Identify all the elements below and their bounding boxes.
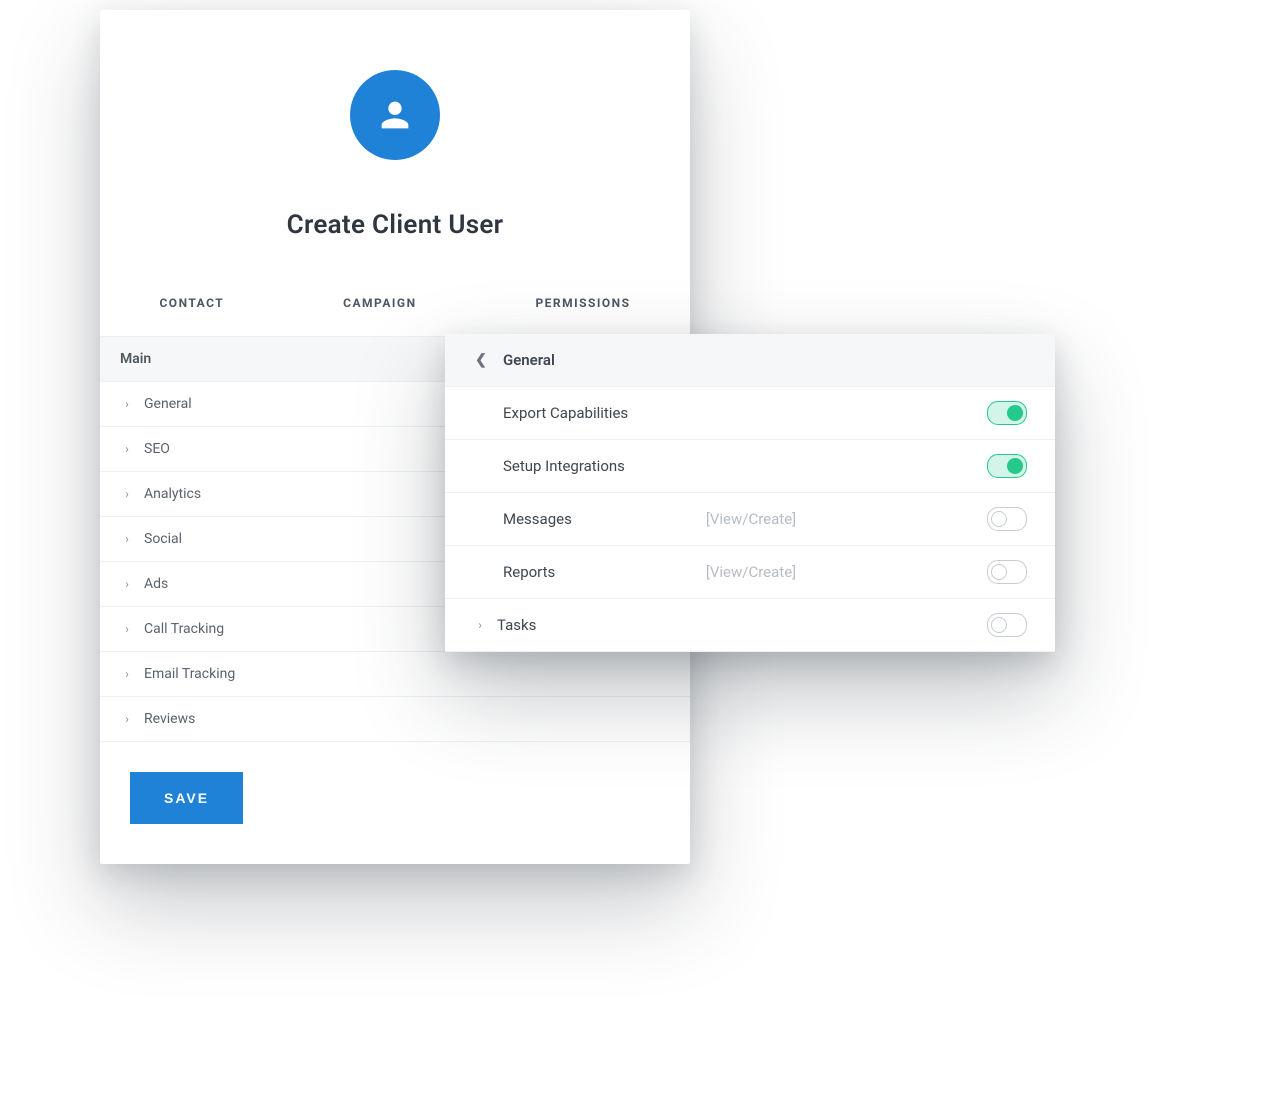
avatar-icon xyxy=(350,70,440,160)
chevron-right-icon: › xyxy=(120,712,134,726)
permission-row: › Tasks xyxy=(445,599,1055,652)
chevron-right-icon: › xyxy=(120,622,134,636)
permission-toggle[interactable] xyxy=(987,401,1027,425)
category-label: Email Tracking xyxy=(144,666,670,682)
permission-label: Setup Integrations xyxy=(503,457,745,475)
tab-contact[interactable]: CONTACT xyxy=(159,290,224,316)
permission-label: Tasks xyxy=(497,616,742,634)
chevron-right-icon: › xyxy=(120,442,134,456)
page-title: Create Client User xyxy=(100,210,690,240)
panel-header[interactable]: ❮ General xyxy=(445,334,1055,387)
permission-label: Reports xyxy=(503,563,694,581)
save-button[interactable]: SAVE xyxy=(130,772,243,824)
panel-title: General xyxy=(503,351,1027,369)
permission-row: Export Capabilities xyxy=(445,387,1055,440)
chevron-right-icon: › xyxy=(120,487,134,501)
permission-hint: [View/Create] xyxy=(706,510,796,528)
permission-label: Messages xyxy=(503,510,694,528)
permission-toggle[interactable] xyxy=(987,507,1027,531)
tab-campaign[interactable]: CAMPAIGN xyxy=(343,290,416,316)
chevron-right-icon[interactable]: › xyxy=(473,618,487,632)
permission-hint: [View/Create] xyxy=(706,563,796,581)
chevron-right-icon: › xyxy=(120,667,134,681)
permission-row: Setup Integrations xyxy=(445,440,1055,493)
permission-row: Messages [View/Create] xyxy=(445,493,1055,546)
category-row[interactable]: › Email Tracking xyxy=(100,652,690,697)
chevron-right-icon: › xyxy=(120,577,134,591)
person-icon xyxy=(375,95,415,135)
permission-label: Export Capabilities xyxy=(503,404,745,422)
chevron-left-icon[interactable]: ❮ xyxy=(473,352,489,368)
permission-toggle[interactable] xyxy=(987,560,1027,584)
permission-toggle[interactable] xyxy=(987,613,1027,637)
category-label: Reviews xyxy=(144,711,670,727)
permission-toggle[interactable] xyxy=(987,454,1027,478)
chevron-right-icon: › xyxy=(120,532,134,546)
permission-row: Reports [View/Create] xyxy=(445,546,1055,599)
tabs: CONTACT CAMPAIGN PERMISSIONS xyxy=(100,290,690,316)
chevron-right-icon: › xyxy=(120,397,134,411)
permissions-panel: ❮ General Export Capabilities Setup Integ… xyxy=(445,334,1055,652)
tab-permissions[interactable]: PERMISSIONS xyxy=(535,290,630,316)
avatar-wrap xyxy=(100,10,690,160)
category-row[interactable]: › Reviews xyxy=(100,697,690,742)
